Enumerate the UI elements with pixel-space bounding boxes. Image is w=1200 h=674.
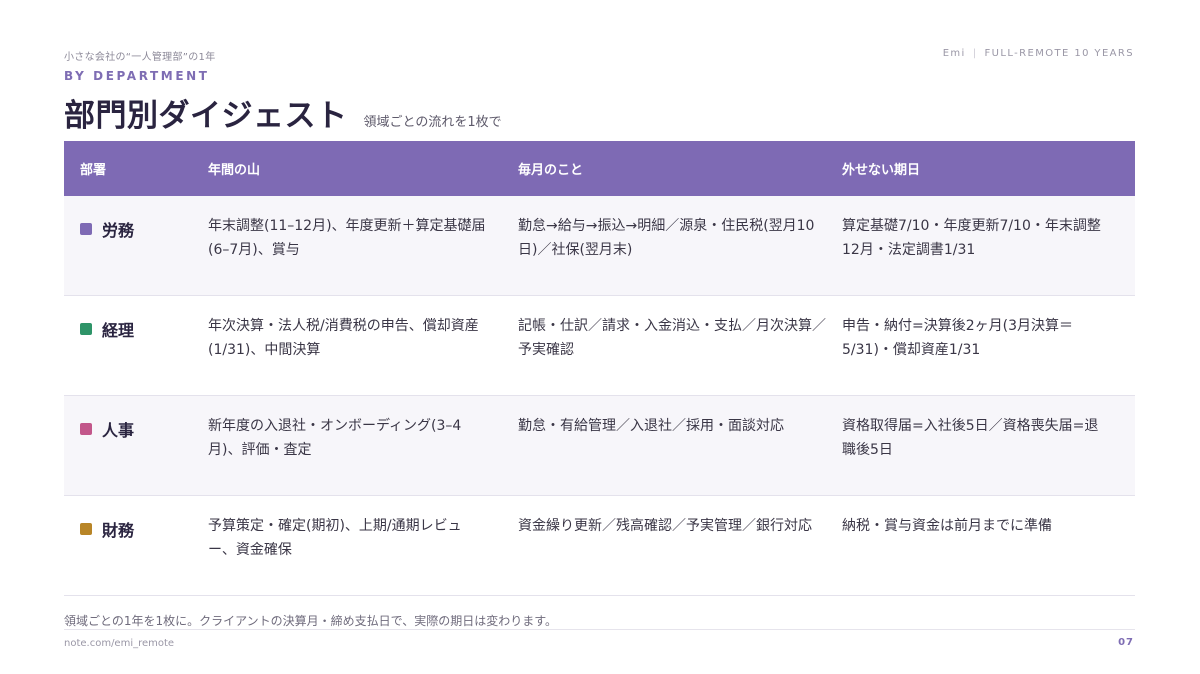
table-row: 人事 新年度の入退社・オンボーディング(3–4月)、評価・査定 勤怠・有給管理／…	[64, 396, 1135, 496]
table-row: 財務 予算策定・確定(期初)、上期/通期レビュー、資金確保 資金繰り更新／残高確…	[64, 496, 1135, 596]
author-name: Emi	[942, 48, 966, 59]
department-cell: 労務	[64, 217, 208, 241]
series-title: 小さな会社の“一人管理部”の1年	[64, 52, 216, 63]
tagline: FULL-REMOTE 10 YEARS	[984, 48, 1134, 59]
department-table: 部署 年間の山 毎月のこと 外せない期日 労務 年末調整(11–12月)、年度更…	[64, 141, 1135, 596]
page-subtitle: 領域ごとの流れを1枚で	[363, 115, 502, 130]
annual-peaks-cell: 予算策定・確定(期初)、上期/通期レビュー、資金確保	[208, 518, 462, 558]
deadlines-cell: 納税・賞与資金は前月までに準備	[842, 518, 1052, 534]
department-color-marker	[80, 523, 92, 535]
department-name: 経理	[102, 321, 135, 340]
monthly-cell: 資金繰り更新／残高確認／予実管理／銀行対応	[518, 518, 812, 534]
deadlines-cell: 算定基礎7/10・年度更新7/10・年末調整12月・法定調書1/31	[842, 218, 1101, 258]
department-name: 労務	[102, 221, 135, 240]
monthly-cell: 勤怠→給与→振込→明細／源泉・住民税(翌月10日)／社保(翌月末)	[518, 218, 815, 258]
column-header-annual-peaks: 年間の山	[208, 163, 261, 178]
section-eyebrow: BY DEPARTMENT	[64, 69, 210, 83]
page-number: 07	[1118, 637, 1134, 648]
page-title: 部門別ダイジェスト	[64, 98, 348, 134]
column-header-department: 部署	[80, 163, 107, 178]
monthly-cell: 記帳・仕訳／請求・入金消込・支払／月次決算／予実確認	[518, 318, 826, 358]
department-name: 財務	[102, 521, 135, 540]
footnote: 領域ごとの1年を1枚に。クライアントの決算月・締め支払日で、実際の期日は変わりま…	[64, 614, 557, 628]
deadlines-cell: 資格取得届=入社後5日／資格喪失届=退職後5日	[842, 418, 1099, 458]
divider: |	[972, 48, 978, 59]
department-color-marker	[80, 223, 92, 235]
author-tagline: Emi | FULL-REMOTE 10 YEARS	[943, 48, 1134, 59]
footer-divider	[64, 629, 1135, 630]
footer-url: note.com/emi_remote	[64, 638, 175, 649]
annual-peaks-cell: 年末調整(11–12月)、年度更新＋算定基礎届(6–7月)、賞与	[208, 218, 486, 258]
monthly-cell: 勤怠・有給管理／入退社／採用・面談対応	[518, 418, 784, 434]
department-cell: 経理	[64, 317, 208, 341]
annual-peaks-cell: 新年度の入退社・オンボーディング(3–4月)、評価・査定	[208, 418, 462, 458]
department-color-marker	[80, 323, 92, 335]
department-cell: 人事	[64, 417, 208, 441]
department-name: 人事	[102, 421, 135, 440]
deadlines-cell: 申告・納付=決算後2ヶ月(3月決算＝5/31)・償却資産1/31	[842, 318, 1074, 358]
table-row: 経理 年次決算・法人税/消費税の申告、償却資産(1/31)、中間決算 記帳・仕訳…	[64, 296, 1135, 396]
annual-peaks-cell: 年次決算・法人税/消費税の申告、償却資産(1/31)、中間決算	[208, 318, 479, 358]
table-row: 労務 年末調整(11–12月)、年度更新＋算定基礎届(6–7月)、賞与 勤怠→給…	[64, 196, 1135, 296]
department-cell: 財務	[64, 517, 208, 541]
column-header-deadlines: 外せない期日	[842, 163, 921, 178]
title-row: 部門別ダイジェスト 領域ごとの流れを1枚で	[64, 90, 502, 135]
column-header-monthly: 毎月のこと	[518, 163, 584, 178]
table-header: 部署 年間の山 毎月のこと 外せない期日	[64, 141, 1135, 196]
department-color-marker	[80, 423, 92, 435]
